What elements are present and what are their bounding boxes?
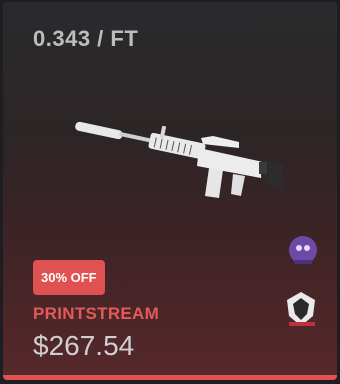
weapon-image: [75, 121, 283, 198]
discount-badge: 30% OFF: [33, 260, 105, 295]
sticker-ghost-icon: [289, 236, 317, 264]
sticker-g2-icon: [287, 292, 315, 326]
item-card[interactable]: 0.343 / FT 30% OFF PRINTSTREAM $267.54: [3, 2, 337, 380]
float-value: 0.343 / FT: [33, 26, 139, 51]
card-accent-bar: [3, 375, 337, 380]
item-price: $267.54: [33, 330, 135, 361]
skin-name: PRINTSTREAM: [33, 304, 160, 323]
